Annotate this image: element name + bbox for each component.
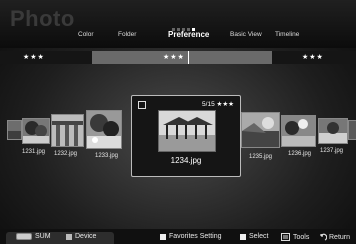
favorites-setting-button[interactable]: Favorites Setting [160, 233, 222, 240]
thumbnail[interactable] [51, 114, 84, 147]
thumbnail[interactable] [22, 118, 50, 144]
thumbnail-label: 1231.jpg [22, 149, 46, 155]
sum-label: SUM [35, 233, 51, 240]
thumbnail-label: 1233.jpg [95, 153, 119, 159]
tab-basic-view[interactable]: Basic View [230, 31, 262, 38]
photo-counter: 5/15 ★★★ [202, 101, 234, 108]
rating-group-center[interactable]: ★★★ [92, 51, 272, 64]
select-checkbox[interactable] [138, 101, 146, 109]
thumbnail[interactable] [86, 110, 122, 149]
tab-folder[interactable]: Folder [118, 31, 136, 38]
sum-icon [16, 233, 32, 240]
rating-group-right[interactable]: ★★★ [302, 51, 324, 64]
app-title: Photo [10, 6, 75, 31]
page-indicator [172, 18, 197, 36]
tab-color[interactable]: Color [78, 31, 94, 38]
photo-browser-screen: Photo Color Folder Preference Basic View… [0, 0, 356, 244]
thumbnail[interactable] [7, 120, 22, 140]
sum-button[interactable]: SUM [16, 233, 51, 240]
thumbnail[interactable] [318, 118, 348, 144]
rating-group-left[interactable]: ★★★ [23, 51, 45, 64]
return-label: Return [329, 233, 351, 241]
select-button[interactable]: Select [240, 233, 268, 240]
header: Photo Color Folder Preference Basic View… [0, 0, 356, 48]
tools-label: Tools [293, 233, 310, 241]
thumbnail-label: 1237.jpg [320, 148, 344, 154]
thumbnail[interactable] [241, 112, 280, 148]
tools-button[interactable]: Tools [281, 233, 309, 241]
favorites-setting-label: Favorites Setting [169, 233, 222, 240]
return-button[interactable]: Return [319, 233, 350, 241]
favorites-key-icon [160, 233, 166, 240]
thumbnail-label: 1236.jpg [288, 151, 312, 157]
selected-photo-card[interactable]: 5/15 ★★★ 1234.jpg [131, 95, 241, 177]
selected-photo-preview [158, 110, 216, 152]
device-icon [66, 233, 72, 240]
thumbnail-label: 1235.jpg [249, 154, 273, 160]
thumbnail-label: 1232.jpg [54, 151, 78, 157]
selected-photo-filename: 1234.jpg [170, 156, 202, 165]
tools-icon [281, 233, 290, 241]
device-button[interactable]: Device [66, 233, 96, 240]
select-label: Select [249, 233, 269, 240]
thumbnail[interactable] [348, 120, 356, 140]
tab-timeline[interactable]: Timeline [275, 31, 299, 38]
thumbnail[interactable] [281, 115, 316, 147]
select-key-icon [240, 233, 246, 240]
rating-cursor [188, 51, 189, 64]
rating-bar: ★★★ ★★★ ★★★ [0, 51, 356, 64]
device-label: Device [75, 233, 97, 240]
return-icon [320, 233, 327, 241]
